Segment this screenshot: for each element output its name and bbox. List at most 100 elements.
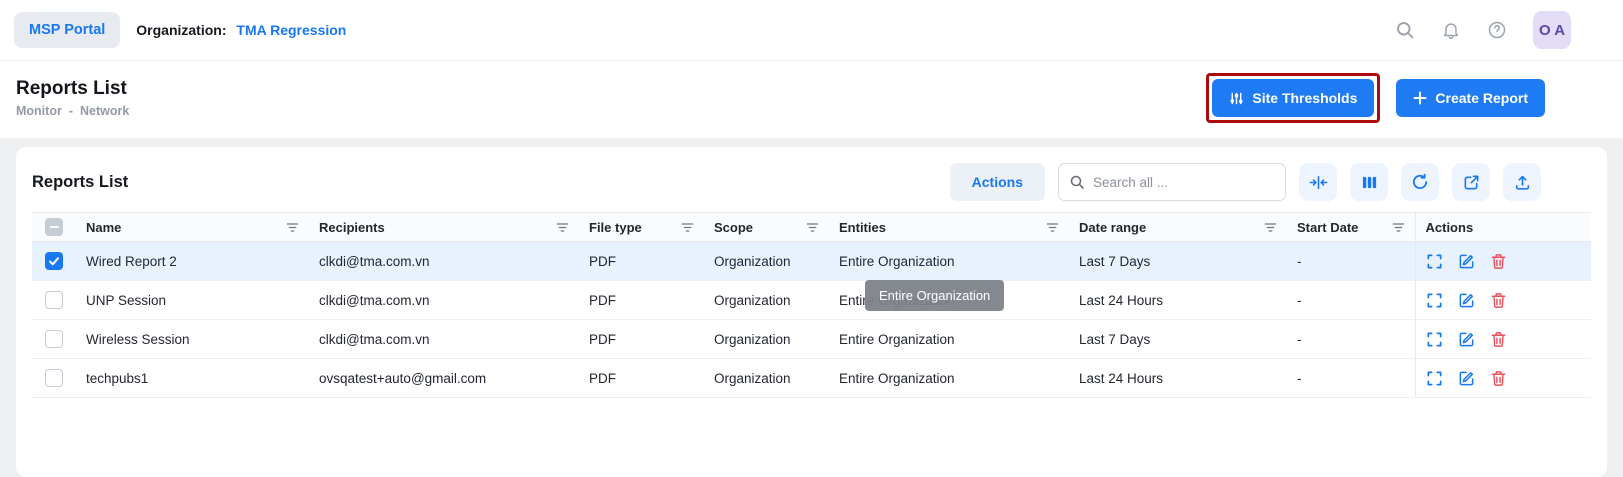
expand-row-icon[interactable] xyxy=(1426,370,1443,387)
create-report-button[interactable]: Create Report xyxy=(1396,79,1545,117)
edit-row-icon[interactable] xyxy=(1458,292,1475,309)
user-avatar[interactable]: O A xyxy=(1533,11,1571,49)
topbar: MSP Portal Organization: TMA Regression … xyxy=(0,0,1623,60)
column-header-name[interactable]: Name xyxy=(76,213,309,242)
edit-row-icon[interactable] xyxy=(1458,253,1475,270)
card-controls: Actions xyxy=(950,163,1541,201)
row-checkbox[interactable] xyxy=(45,369,63,387)
msp-portal-button[interactable]: MSP Portal xyxy=(14,12,120,48)
topbar-right: O A xyxy=(1395,11,1571,49)
page-header-actions: Site Thresholds Create Report xyxy=(1206,73,1545,123)
filter-icon[interactable] xyxy=(681,221,694,234)
column-header-start_date[interactable]: Start Date xyxy=(1287,213,1415,242)
external-link-icon xyxy=(1463,174,1480,191)
cell-name: techpubs1 xyxy=(76,359,309,398)
filter-icon[interactable] xyxy=(1046,221,1059,234)
edit-row-icon[interactable] xyxy=(1458,331,1475,348)
breadcrumb: Monitor-Network xyxy=(16,104,129,118)
help-icon[interactable] xyxy=(1487,20,1507,40)
notifications-bell-icon[interactable] xyxy=(1441,20,1461,40)
cell-file_type: PDF xyxy=(579,281,704,320)
reports-card: Reports List Actions xyxy=(16,147,1607,477)
cell-scope: Organization xyxy=(704,242,829,281)
entities-tooltip: Entire Organization xyxy=(865,280,1004,311)
delete-row-icon[interactable] xyxy=(1490,253,1507,270)
organization-name-link[interactable]: TMA Regression xyxy=(236,22,346,38)
export-button[interactable] xyxy=(1503,163,1541,201)
cell-scope: Organization xyxy=(704,281,829,320)
thresholds-sliders-icon xyxy=(1229,91,1244,106)
breadcrumb-network[interactable]: Network xyxy=(80,104,129,118)
filter-icon[interactable] xyxy=(1264,221,1277,234)
cell-start_date: - xyxy=(1287,320,1415,359)
column-header-recipients[interactable]: Recipients xyxy=(309,213,579,242)
page-header: Reports List Monitor-Network Site Thresh… xyxy=(0,60,1623,138)
row-checkbox[interactable] xyxy=(45,330,63,348)
table-row[interactable]: techpubs1ovsqatest+auto@gmail.comPDFOrga… xyxy=(32,359,1591,398)
column-label: Actions xyxy=(1426,220,1474,235)
filter-icon[interactable] xyxy=(1392,221,1405,234)
collapse-columns-button[interactable] xyxy=(1299,163,1337,201)
organization-label-text: Organization: xyxy=(136,22,226,38)
breadcrumb-monitor[interactable]: Monitor xyxy=(16,104,62,118)
table-row[interactable]: Wireless Sessionclkdi@tma.com.vnPDFOrgan… xyxy=(32,320,1591,359)
search-box xyxy=(1058,163,1286,201)
row-checkbox[interactable] xyxy=(45,252,63,270)
filter-icon[interactable] xyxy=(286,221,299,234)
edit-row-icon[interactable] xyxy=(1458,370,1475,387)
delete-row-icon[interactable] xyxy=(1490,292,1507,309)
delete-row-icon[interactable] xyxy=(1490,370,1507,387)
expand-row-icon[interactable] xyxy=(1426,331,1443,348)
table-header-row: NameRecipients File type Scope Entities Date… xyxy=(32,213,1591,242)
column-label: Entities xyxy=(839,220,886,235)
row-actions xyxy=(1415,281,1591,320)
breadcrumb-separator: - xyxy=(69,104,73,118)
column-header-scope[interactable]: Scope xyxy=(704,213,829,242)
create-report-label: Create Report xyxy=(1435,90,1528,106)
columns-icon xyxy=(1361,174,1378,191)
open-fullscreen-button[interactable] xyxy=(1452,163,1490,201)
filter-icon[interactable] xyxy=(806,221,819,234)
search-icon[interactable] xyxy=(1395,20,1415,40)
column-header-entities[interactable]: Entities xyxy=(829,213,1069,242)
cell-recipients: clkdi@tma.com.vn xyxy=(309,242,579,281)
page-header-left: Reports List Monitor-Network xyxy=(16,78,129,118)
cell-date_range: Last 24 Hours xyxy=(1069,281,1287,320)
table-body: Wired Report 2clkdi@tma.com.vnPDFOrganiz… xyxy=(32,242,1591,398)
columns-button[interactable] xyxy=(1350,163,1388,201)
table-row[interactable]: UNP Sessionclkdi@tma.com.vnPDFOrganizati… xyxy=(32,281,1591,320)
cell-recipients: ovsqatest+auto@gmail.com xyxy=(309,359,579,398)
cell-recipients: clkdi@tma.com.vn xyxy=(309,320,579,359)
cell-file_type: PDF xyxy=(579,242,704,281)
column-header-date_range[interactable]: Date range xyxy=(1069,213,1287,242)
refresh-button[interactable] xyxy=(1401,163,1439,201)
cell-file_type: PDF xyxy=(579,320,704,359)
search-input[interactable] xyxy=(1058,163,1286,201)
checkbox-cell xyxy=(32,320,76,359)
column-label: File type xyxy=(589,220,642,235)
indeterminate-dash xyxy=(50,226,59,228)
cell-entities: Entire Organization xyxy=(829,320,1069,359)
actions-button[interactable]: Actions xyxy=(950,163,1045,201)
checkbox-cell xyxy=(32,242,76,281)
card-header: Reports List Actions xyxy=(32,163,1591,201)
cell-start_date: - xyxy=(1287,281,1415,320)
cell-entities: Entire Organization xyxy=(829,359,1069,398)
row-actions xyxy=(1415,320,1591,359)
expand-row-icon[interactable] xyxy=(1426,253,1443,270)
row-checkbox[interactable] xyxy=(45,291,63,309)
checkbox-cell xyxy=(32,359,76,398)
cell-name: Wireless Session xyxy=(76,320,309,359)
red-highlight-box: Site Thresholds xyxy=(1206,73,1380,123)
delete-row-icon[interactable] xyxy=(1490,331,1507,348)
column-header-file_type[interactable]: File type xyxy=(579,213,704,242)
table-row[interactable]: Wired Report 2clkdi@tma.com.vnPDFOrganiz… xyxy=(32,242,1591,281)
upload-icon xyxy=(1514,174,1531,191)
column-header-actions[interactable]: Actions xyxy=(1415,213,1591,242)
filter-icon[interactable] xyxy=(556,221,569,234)
site-thresholds-button[interactable]: Site Thresholds xyxy=(1212,79,1374,117)
cell-scope: Organization xyxy=(704,320,829,359)
expand-row-icon[interactable] xyxy=(1426,292,1443,309)
cell-name: UNP Session xyxy=(76,281,309,320)
select-all-checkbox[interactable] xyxy=(45,218,63,236)
